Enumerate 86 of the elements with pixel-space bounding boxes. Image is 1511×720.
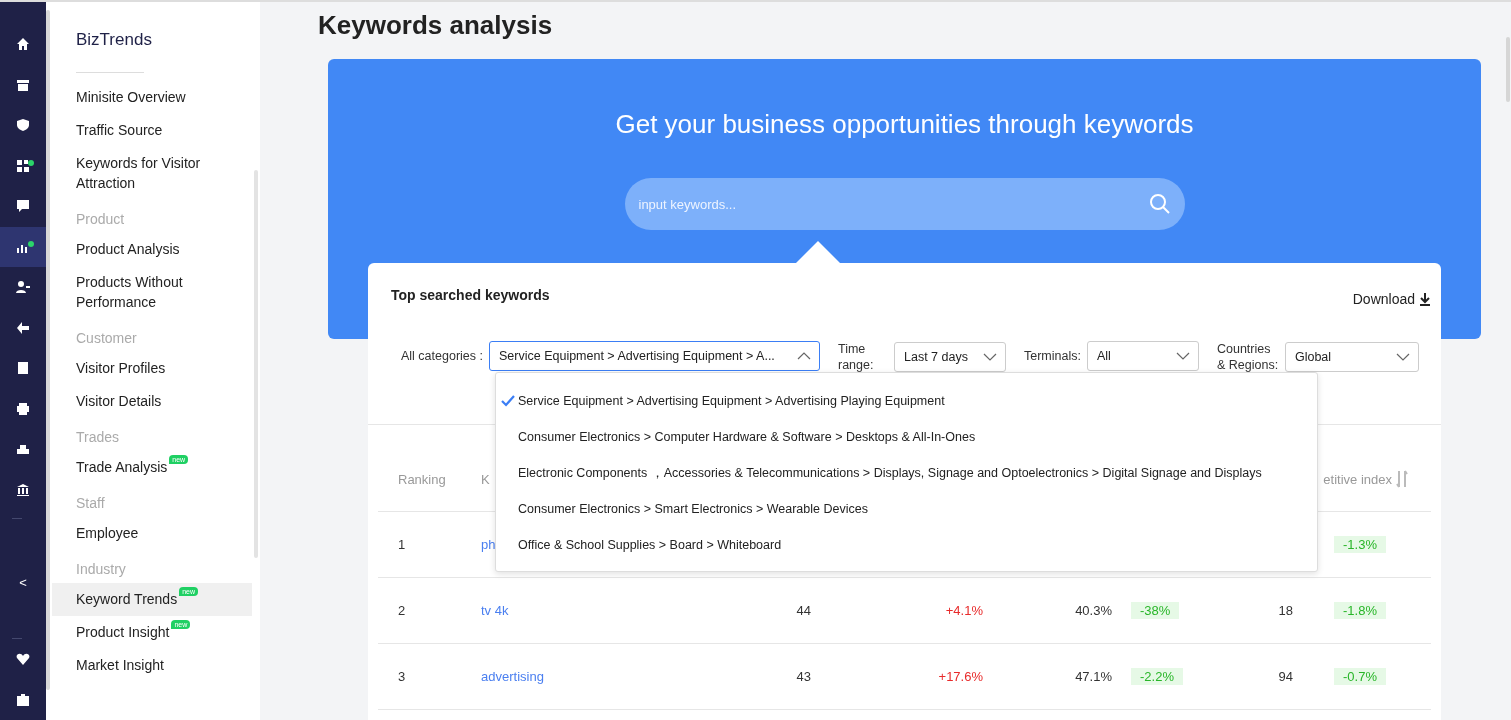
sidebar-item[interactable]: Keywords for Visitor Attraction (52, 147, 252, 200)
sidebar-item-label[interactable]: Traffic Source (76, 120, 163, 140)
section-heading: Product (75, 210, 126, 229)
table-cell: 94 (1278, 669, 1293, 684)
sidebar-item[interactable]: Visitor Details (52, 385, 252, 418)
sidebar-item[interactable]: Product Analysis (52, 233, 252, 266)
briefcase-icon[interactable] (16, 692, 30, 707)
sidebar-item-label[interactable]: Keywords for Visitor Attraction (76, 153, 242, 193)
banner-headline: Get your business opportunities through keywords (615, 109, 1194, 140)
person-icon[interactable] (16, 280, 30, 295)
sidebar-item-label[interactable]: Market Insight (76, 655, 164, 675)
change-badge: -0.7% (1334, 668, 1386, 685)
column-header: K (481, 471, 490, 487)
sidebar-item-label[interactable]: Keyword Trends (76, 589, 178, 609)
keyword-link[interactable]: ph (481, 537, 496, 552)
scrollbar-thumb[interactable] (46, 10, 50, 690)
column-header: Ranking (398, 471, 446, 487)
menu-option[interactable]: Service Equipment > Advertising Equipment > Advertising Playing Equipment (496, 383, 1317, 419)
collapse-toggle[interactable]: < (19, 575, 27, 590)
sidebar-item-label[interactable]: Product Analysis (76, 239, 180, 259)
nav-button[interactable] (0, 226, 46, 267)
table-cell: 40.3% (1075, 603, 1112, 618)
table-cell: 47.1% (1075, 669, 1112, 684)
sidebar-item-label[interactable]: Employee (76, 523, 139, 543)
store-icon[interactable] (16, 77, 30, 92)
home-icon[interactable] (16, 37, 30, 52)
table-cell: 44 (796, 603, 811, 618)
sidebar-item[interactable]: Minisite Overview (52, 81, 252, 114)
caret-icon (1175, 352, 1190, 360)
change-badge: -38% (1131, 602, 1180, 619)
sidebar-item[interactable]: Visitor Profiles (52, 352, 252, 385)
filter-label: All categories : (401, 348, 483, 364)
sidebar-item[interactable]: Products Without Performance (52, 266, 252, 319)
table-cell: 1 (398, 537, 406, 552)
caret-icon (797, 352, 811, 360)
scrollbar-thumb[interactable] (1506, 37, 1510, 102)
column-header: etitive index (1323, 471, 1392, 487)
card-title: Top searched keywords (391, 287, 550, 303)
sidebar-item[interactable]: Market Insight (52, 649, 252, 682)
table-cell: 18 (1278, 603, 1293, 618)
table-cell: 2 (398, 603, 406, 618)
menu-option[interactable]: Consumer Electronics > Smart Electronics > Wearable Devices (496, 491, 1317, 527)
filter-select[interactable]: Service Equipment > Advertising Equipment > A... (489, 341, 820, 371)
sidebar-title: BizTrends (75, 30, 153, 50)
chat-icon[interactable] (16, 199, 30, 214)
filter-label: Countries & Regions: (1216, 341, 1279, 373)
section-heading: Staff (75, 494, 106, 513)
sidebar-item-label[interactable]: Products Without Performance (76, 272, 242, 312)
keyword-link[interactable]: advertising (481, 669, 544, 684)
download-icon[interactable] (1419, 292, 1431, 306)
menu-option[interactable]: Consumer Electronics > Computer Hardware & Software > Desktops & All-In-Ones (496, 419, 1317, 455)
table-cell: +17.6% (938, 669, 983, 684)
sidebar-item-label[interactable]: Visitor Details (76, 391, 162, 411)
grid-icon[interactable] (16, 158, 30, 173)
caret-icon (983, 353, 997, 361)
bank-icon[interactable] (16, 482, 30, 497)
table-cell: +4.1% (945, 603, 983, 618)
table-cell: 43 (796, 669, 811, 684)
document-icon[interactable] (16, 361, 30, 376)
section-heading: Customer (75, 329, 138, 348)
filter-label: Terminals: (1024, 348, 1081, 364)
filter-select[interactable]: All (1086, 341, 1199, 371)
section-heading: Trades (75, 428, 121, 447)
page-title: Keywords analysis (318, 10, 554, 41)
sidebar-item-label[interactable]: Product Insight (76, 622, 170, 642)
change-badge: -2.2% (1131, 668, 1183, 685)
keyword-link[interactable]: tv 4k (481, 603, 509, 618)
sidebar-item-label[interactable]: Trade Analysis (76, 457, 168, 477)
menu-option[interactable]: Electronic Components ，Accessories & Telecommunications > Displays, Signage and Optoelectronics > Digital Signage and Displays (496, 455, 1317, 491)
filter-select[interactable]: Last 7 days (894, 342, 1006, 372)
table-cell: 3 (398, 669, 406, 684)
change-badge: -1.3% (1334, 536, 1386, 553)
shield-icon[interactable] (16, 118, 30, 133)
search-field[interactable]: input keywords... (624, 178, 1185, 230)
sidebar-item-label[interactable]: Visitor Profiles (76, 358, 166, 378)
sidebar-item[interactable]: Employee (52, 517, 252, 550)
menu-option[interactable]: Office & School Supplies > Board > Whiteboard (496, 527, 1317, 563)
change-badge: -1.8% (1334, 602, 1386, 619)
sidebar-item[interactable]: Traffic Source (52, 114, 252, 147)
download-link[interactable]: Download (1352, 291, 1431, 307)
heart-icon[interactable] (16, 652, 30, 667)
filter-label: Time range: (838, 341, 875, 373)
filter-select[interactable]: Global (1284, 342, 1419, 372)
caret-icon (1395, 353, 1410, 361)
sidebar-item-label[interactable]: Minisite Overview (76, 87, 186, 107)
section-heading: Industry (75, 560, 127, 579)
